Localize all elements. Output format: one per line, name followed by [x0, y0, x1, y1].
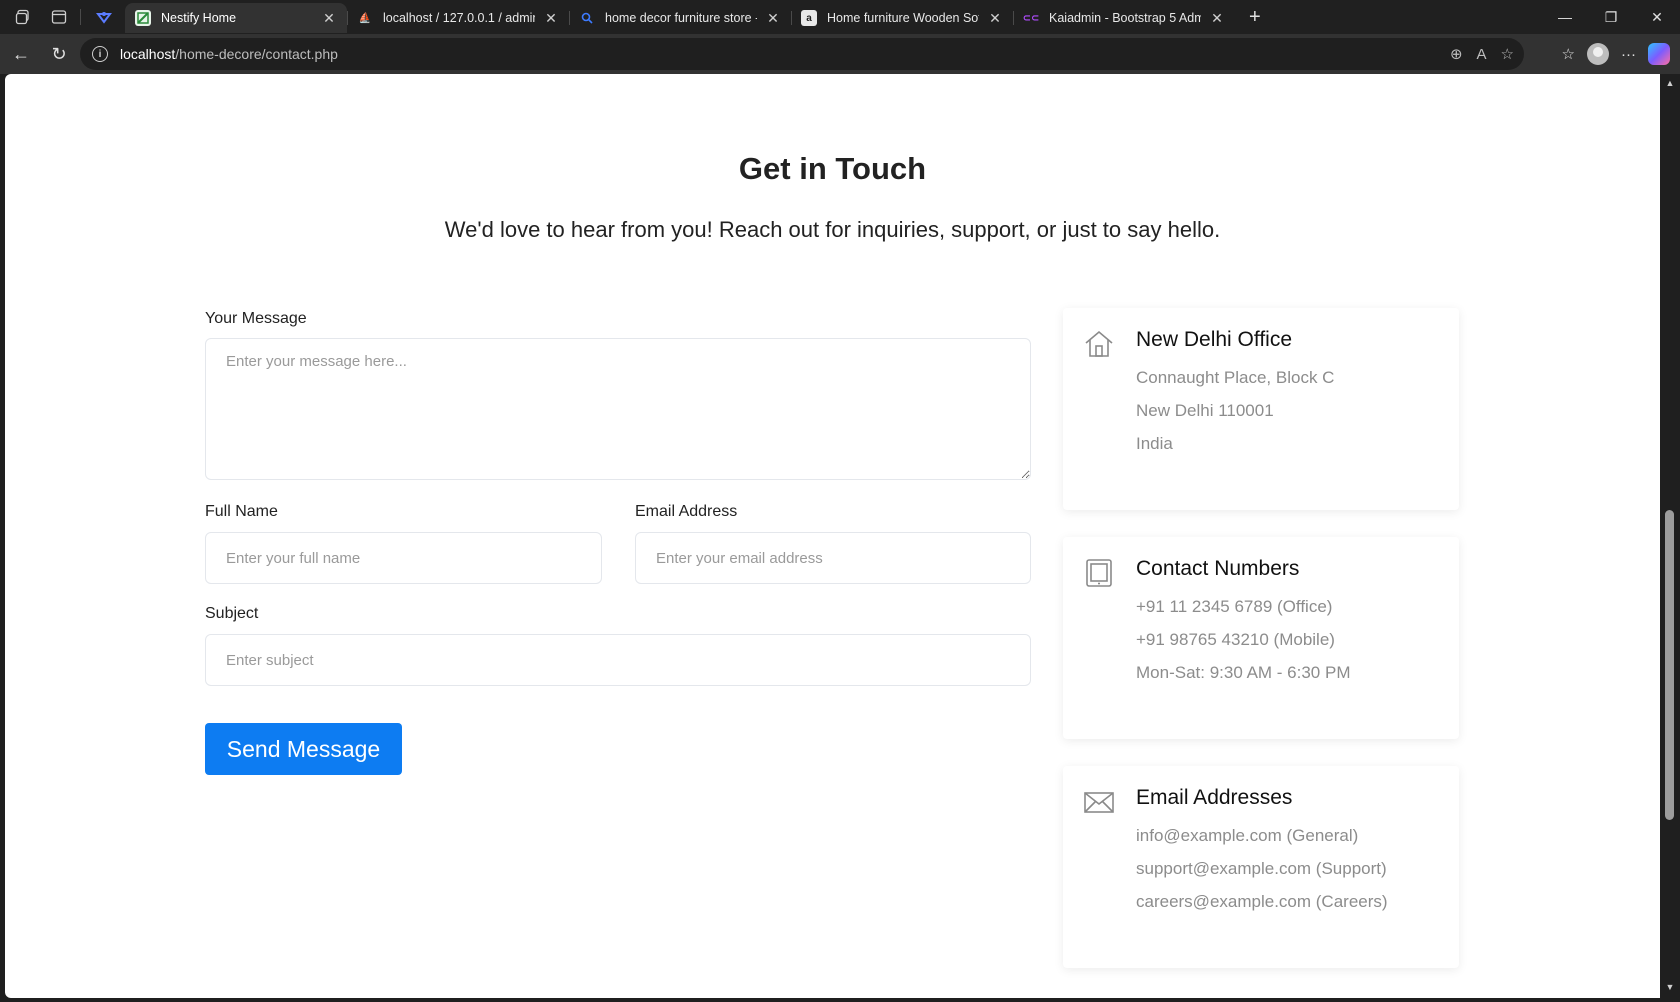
- page-title: Get in Touch: [738, 151, 927, 186]
- close-tab-icon[interactable]: ✕: [1209, 10, 1225, 27]
- card-line: +91 11 2345 6789 (Office): [1136, 597, 1333, 616]
- restore-icon[interactable]: ❐: [1588, 0, 1634, 34]
- back-icon[interactable]: ←: [4, 37, 38, 71]
- tab-actions-icon[interactable]: [46, 4, 72, 30]
- url-path: /home-decore/contact.php: [175, 46, 338, 62]
- card-line: India: [1136, 434, 1173, 453]
- minimize-icon[interactable]: —: [1542, 0, 1588, 34]
- envelope-icon: [1084, 792, 1114, 813]
- browser-tab-3[interactable]: a Home furniture Wooden Sofa Set ✕: [791, 3, 1013, 33]
- browser-tab-0[interactable]: Nestify Home ✕: [125, 3, 347, 33]
- close-tab-icon[interactable]: ✕: [987, 10, 1003, 27]
- browser-tab-bar: Nestify Home ✕ ⛵ localhost / 127.0.0.1 /…: [0, 0, 1680, 34]
- send-message-button[interactable]: Send Message: [205, 723, 402, 775]
- tab-title: localhost / 127.0.0.1 / admin_hom: [383, 11, 535, 25]
- browser-tab-1[interactable]: ⛵ localhost / 127.0.0.1 / admin_hom ✕: [347, 3, 569, 33]
- contact-numbers-card: Contact Numbers +91 11 2345 6789 (Office…: [1063, 537, 1459, 739]
- subject-label: Subject: [205, 605, 259, 622]
- browser-toolbar: ☆ ···: [1562, 34, 1680, 74]
- close-tab-icon[interactable]: ✕: [543, 10, 559, 27]
- search-favicon-icon: [579, 10, 595, 26]
- card-title: Contact Numbers: [1136, 557, 1300, 580]
- tab-title: Kaiadmin - Bootstrap 5 Admin Da: [1049, 11, 1201, 25]
- pinned-tab-icon[interactable]: [91, 4, 117, 30]
- browser-address-bar: ← ↻ i localhost/home-decore/contact.php …: [0, 34, 1680, 74]
- scroll-down-arrow-icon[interactable]: ▼: [1664, 982, 1676, 992]
- window-controls: — ❐ ✕: [1542, 0, 1680, 34]
- card-title: Email Addresses: [1136, 786, 1293, 809]
- subject-input[interactable]: [205, 634, 1031, 686]
- page-viewport: Get in Touch We'd love to hear from you!…: [5, 74, 1660, 998]
- tab-title: Nestify Home: [161, 11, 237, 25]
- card-line: +91 98765 43210 (Mobile): [1136, 630, 1335, 649]
- url-field[interactable]: i localhost/home-decore/contact.php ⊕ A …: [80, 38, 1524, 70]
- email-addresses-card: Email Addresses info@example.com (Genera…: [1063, 766, 1459, 968]
- card-line: info@example.com (General): [1136, 826, 1359, 845]
- card-line: support@example.com (Support): [1136, 859, 1387, 878]
- card-line: New Delhi 110001: [1136, 401, 1274, 420]
- close-window-icon[interactable]: ✕: [1634, 0, 1680, 34]
- tab-title: Home furniture Wooden Sofa Set: [827, 11, 979, 25]
- phone-icon: [1086, 559, 1112, 587]
- page-favicon-icon: [135, 10, 151, 26]
- profile-avatar-icon[interactable]: [1587, 43, 1609, 65]
- workspaces-icon[interactable]: [10, 4, 36, 30]
- scrollbar-thumb[interactable]: [1665, 510, 1674, 820]
- full-name-input[interactable]: [205, 532, 602, 584]
- site-info-icon[interactable]: i: [92, 46, 108, 62]
- close-tab-icon[interactable]: ✕: [321, 10, 337, 27]
- card-line: Connaught Place, Block C: [1136, 368, 1335, 387]
- new-tab-icon[interactable]: +: [1249, 6, 1261, 29]
- browser-tab-2[interactable]: home decor furniture store - Sear ✕: [569, 3, 791, 33]
- office-card: New Delhi Office Connaught Place, Block …: [1063, 308, 1459, 510]
- zoom-icon[interactable]: ⊕: [1450, 45, 1463, 63]
- url-host: localhost: [120, 46, 176, 62]
- read-aloud-icon[interactable]: A: [1477, 46, 1487, 63]
- more-options-icon[interactable]: ···: [1621, 46, 1636, 63]
- tab-separator: [80, 9, 81, 25]
- url-actions: ⊕ A ☆: [1450, 38, 1514, 70]
- page-subtitle: We'd love to hear from you! Reach out fo…: [444, 217, 1221, 242]
- email-label: Email Address: [635, 503, 738, 520]
- copilot-icon[interactable]: [1648, 43, 1670, 65]
- favorite-star-icon[interactable]: ☆: [1501, 45, 1514, 63]
- message-label: Your Message: [205, 310, 307, 327]
- reload-icon[interactable]: ↻: [42, 37, 76, 71]
- kaiadmin-favicon-icon: ⊂⊂: [1022, 12, 1040, 24]
- email-input[interactable]: [635, 532, 1031, 584]
- card-line: careers@example.com (Careers): [1136, 892, 1388, 911]
- home-icon: [1085, 330, 1113, 357]
- amazon-favicon-icon: a: [801, 10, 817, 26]
- close-tab-icon[interactable]: ✕: [765, 10, 781, 27]
- message-textarea[interactable]: [205, 338, 1031, 480]
- scroll-up-arrow-icon[interactable]: ▲: [1664, 78, 1676, 88]
- full-name-label: Full Name: [205, 503, 278, 520]
- card-title: New Delhi Office: [1136, 328, 1293, 351]
- tab-title: home decor furniture store - Sear: [605, 11, 757, 25]
- browser-tab-4[interactable]: ⊂⊂ Kaiadmin - Bootstrap 5 Admin Da ✕: [1013, 3, 1235, 33]
- card-line: Mon-Sat: 9:30 AM - 6:30 PM: [1136, 663, 1351, 682]
- phpmyadmin-favicon-icon: ⛵: [358, 12, 372, 24]
- favorites-icon[interactable]: ☆: [1562, 45, 1575, 63]
